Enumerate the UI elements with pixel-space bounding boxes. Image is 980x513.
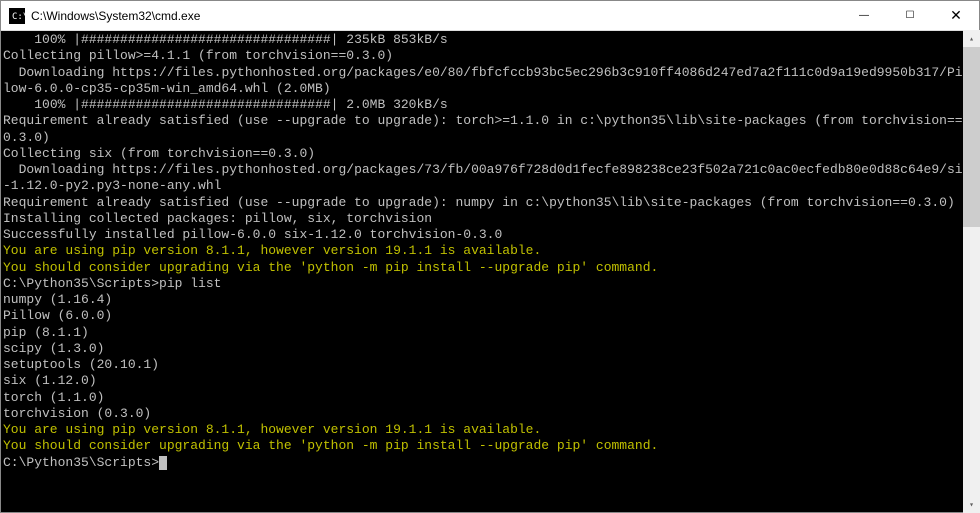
terminal-line: 100% |################################| … [3, 97, 977, 113]
titlebar[interactable]: C:\ C:\Windows\System32\cmd.exe — ☐ ✕ [1, 1, 979, 31]
scroll-down-arrow[interactable]: ▾ [963, 496, 980, 513]
terminal-line: setuptools (20.10.1) [3, 357, 977, 373]
close-button[interactable]: ✕ [933, 1, 979, 30]
minimize-button[interactable]: — [841, 1, 887, 30]
terminal-line: Pillow (6.0.0) [3, 308, 977, 324]
scroll-thumb[interactable] [963, 47, 980, 227]
cmd-icon: C:\ [9, 8, 25, 24]
prompt-line[interactable]: C:\Python35\Scripts> [3, 455, 977, 471]
terminal-line: 100% |################################| … [3, 32, 977, 48]
vertical-scrollbar[interactable]: ▴ ▾ [963, 30, 980, 513]
terminal-line: Collecting six (from torchvision==0.3.0) [3, 146, 977, 162]
prompt-text: C:\Python35\Scripts> [3, 455, 159, 470]
terminal-line: You are using pip version 8.1.1, however… [3, 422, 977, 438]
cmd-window: C:\ C:\Windows\System32\cmd.exe — ☐ ✕ 10… [0, 0, 980, 513]
terminal-line: scipy (1.3.0) [3, 341, 977, 357]
terminal-line: Successfully installed pillow-6.0.0 six-… [3, 227, 977, 243]
terminal-line: Downloading https://files.pythonhosted.o… [3, 65, 977, 98]
terminal-line: pip (8.1.1) [3, 325, 977, 341]
terminal-line: six (1.12.0) [3, 373, 977, 389]
terminal-line: Downloading https://files.pythonhosted.o… [3, 162, 977, 195]
terminal-line: Requirement already satisfied (use --upg… [3, 195, 977, 211]
terminal-output[interactable]: 100% |################################| … [1, 31, 979, 512]
window-controls: — ☐ ✕ [841, 1, 979, 30]
terminal-line: You should consider upgrading via the 'p… [3, 438, 977, 454]
terminal-line: torch (1.1.0) [3, 390, 977, 406]
terminal-line: You are using pip version 8.1.1, however… [3, 243, 977, 259]
terminal-line: C:\Python35\Scripts>pip list [3, 276, 977, 292]
scroll-up-arrow[interactable]: ▴ [963, 30, 980, 47]
terminal-line: numpy (1.16.4) [3, 292, 977, 308]
window-title: C:\Windows\System32\cmd.exe [31, 9, 841, 23]
maximize-button[interactable]: ☐ [887, 1, 933, 30]
terminal-line: Requirement already satisfied (use --upg… [3, 113, 977, 146]
terminal-line: torchvision (0.3.0) [3, 406, 977, 422]
terminal-line: You should consider upgrading via the 'p… [3, 260, 977, 276]
svg-text:C:\: C:\ [12, 12, 25, 22]
scroll-track[interactable] [963, 47, 980, 496]
terminal-line: Installing collected packages: pillow, s… [3, 211, 977, 227]
cursor [159, 456, 167, 470]
terminal-line: Collecting pillow>=4.1.1 (from torchvisi… [3, 48, 977, 64]
